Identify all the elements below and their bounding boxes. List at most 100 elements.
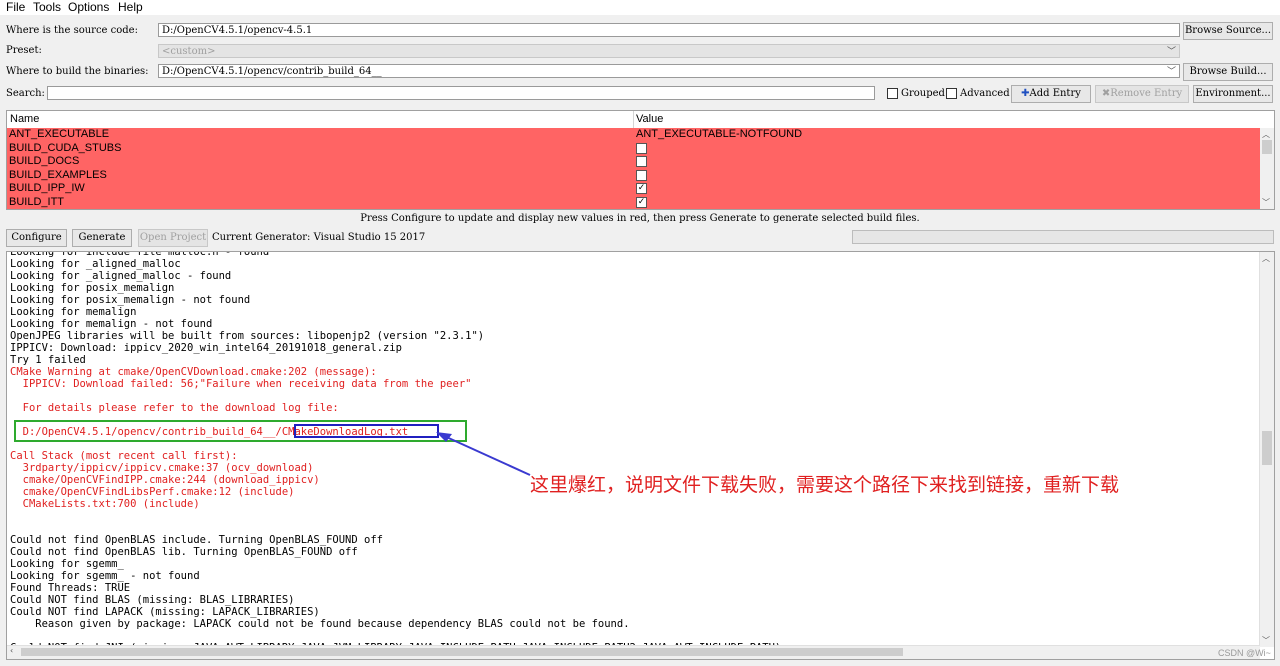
scroll-up-icon[interactable]: ︿ <box>1262 253 1270 264</box>
row-value[interactable]: ANT_EXECUTABLE-NOTFOUND <box>636 128 802 142</box>
table-row[interactable]: BUILD_CUDA_STUBS <box>7 141 1260 155</box>
remove-icon: ✖ <box>1101 88 1111 99</box>
grouped-label: Grouped <box>901 88 945 99</box>
watermark: CSDN @Wi~ <box>1218 648 1271 658</box>
header-divider <box>633 111 634 128</box>
table-scroll-thumb[interactable] <box>1262 140 1272 154</box>
log-scroll-thumb[interactable] <box>1262 431 1272 465</box>
row-name: BUILD_IPP_IW <box>9 182 85 194</box>
menu-options[interactable]: Options <box>68 0 109 15</box>
row-name: BUILD_DOCS <box>9 155 80 167</box>
log-line: Reason given by package: LAPACK could no… <box>10 618 630 630</box>
log-line: IPPICV: Download failed: 56;"Failure whe… <box>10 378 472 390</box>
menu-bar: File Tools Options Help <box>0 0 1280 15</box>
log-hscroll-thumb[interactable] <box>21 648 903 656</box>
generate-button[interactable]: Generate <box>72 229 132 247</box>
log-line: Looking for include file malloc.h - foun… <box>10 251 270 258</box>
source-field[interactable]: D:/OpenCV4.5.1/opencv-4.5.1 <box>158 23 1180 37</box>
source-label: Where is the source code: <box>6 25 138 36</box>
row-name: BUILD_CUDA_STUBS <box>9 141 122 154</box>
search-label: Search: <box>6 88 45 99</box>
header-name[interactable]: Name <box>10 111 39 128</box>
blue-highlight-box <box>294 424 439 438</box>
log-line: Looking for sgemm_ <box>10 558 124 570</box>
menu-file[interactable]: File <box>6 0 25 15</box>
remove-entry-label: Remove Entry <box>1110 88 1183 99</box>
table-row[interactable]: ANT_EXECUTABLE ANT_EXECUTABLE-NOTFOUND <box>7 128 1260 142</box>
log-line: cmake/OpenCVFindLibsPerf.cmake:12 (inclu… <box>10 486 295 498</box>
log-line: Try 1 failed <box>10 354 86 366</box>
log-line: CMake Warning at cmake/OpenCVDownload.cm… <box>10 366 377 378</box>
row-name: BUILD_EXAMPLES <box>9 168 107 181</box>
remove-entry-button[interactable]: ✖Remove Entry <box>1095 85 1189 103</box>
menu-tools[interactable]: Tools <box>33 0 61 15</box>
scroll-down-icon[interactable]: ﹀ <box>1262 635 1270 646</box>
current-generator: Current Generator: Visual Studio 15 2017 <box>212 232 426 243</box>
row-checkbox[interactable] <box>636 156 647 167</box>
add-entry-button[interactable]: ✚Add Entry <box>1011 85 1091 103</box>
scroll-left-icon[interactable]: ‹ <box>10 646 13 655</box>
log-line: cmake/OpenCVFindIPP.cmake:244 (download_… <box>10 474 320 486</box>
header-value[interactable]: Value <box>636 111 663 128</box>
log-line: Could NOT find BLAS (missing: BLAS_LIBRA… <box>10 594 295 606</box>
log-line: Looking for _aligned_malloc <box>10 258 181 270</box>
log-line: Looking for memalign <box>10 306 137 318</box>
preset-select[interactable]: <custom> ﹀ <box>158 44 1180 58</box>
browse-build-button[interactable]: Browse Build... <box>1183 63 1273 81</box>
row-checkbox[interactable]: ✓ <box>636 196 647 208</box>
table-row[interactable]: BUILD_ITT ✓ <box>7 195 1260 209</box>
open-project-button[interactable]: Open Project <box>138 229 208 247</box>
advanced-label: Advanced <box>960 88 1010 99</box>
scroll-up-icon[interactable]: ︿ <box>1262 129 1270 140</box>
grouped-checkbox[interactable] <box>887 88 898 99</box>
log-line: Could not find OpenBLAS include. Turning… <box>10 534 383 546</box>
preset-value: <custom> <box>162 46 216 57</box>
advanced-checkbox[interactable] <box>946 88 957 99</box>
table-row[interactable]: BUILD_EXAMPLES <box>7 168 1260 182</box>
annotation-text: 这里爆红，说明文件下载失败，需要这个路径下来找到链接，重新下载 <box>530 474 1120 496</box>
hint-text: Press Configure to update and display ne… <box>360 213 920 224</box>
configure-button[interactable]: Configure <box>6 229 67 247</box>
cache-table: Name Value ANT_EXECUTABLE ANT_EXECUTABLE-… <box>6 110 1275 210</box>
log-hscrollbar[interactable]: ‹ <box>7 645 1260 659</box>
log-line: 3rdparty/ippicv/ippicv.cmake:37 (ocv_dow… <box>10 462 314 474</box>
table-scrollbar[interactable]: ︿ ﹀ <box>1260 128 1274 209</box>
log-line: For details please refer to the download… <box>10 402 339 414</box>
build-select[interactable]: D:/OpenCV4.5.1/opencv/contrib_build_64__… <box>158 64 1180 78</box>
menu-help[interactable]: Help <box>118 0 143 15</box>
row-checkbox[interactable] <box>636 142 647 154</box>
environment-button[interactable]: Environment... <box>1193 85 1273 103</box>
log-line: OpenJPEG libraries will be built from so… <box>10 330 485 342</box>
log-line: Could NOT find LAPACK (missing: LAPACK_L… <box>10 606 320 618</box>
log-line: Could not find OpenBLAS lib. Turning Ope… <box>10 546 358 558</box>
chevron-down-icon: ﹀ <box>1166 47 1176 57</box>
chevron-down-icon: ﹀ <box>1166 67 1176 77</box>
preset-label: Preset: <box>6 45 42 56</box>
log-vscrollbar[interactable]: ︿ ﹀ <box>1259 252 1274 647</box>
browse-source-button[interactable]: Browse Source... <box>1183 22 1273 40</box>
arrow-icon <box>436 432 531 476</box>
output-log[interactable]: Looking for include file malloc.h - foun… <box>6 251 1275 660</box>
log-line: CMakeLists.txt:700 (include) <box>10 498 200 510</box>
log-line: Looking for memalign - not found <box>10 318 213 330</box>
row-name: BUILD_ITT <box>9 195 65 208</box>
table-row[interactable]: BUILD_DOCS <box>7 155 1260 169</box>
log-line: Looking for sgemm_ - not found <box>10 570 200 582</box>
table-header: Name Value <box>7 111 1274 129</box>
search-input[interactable] <box>47 86 875 100</box>
build-value: D:/OpenCV4.5.1/opencv/contrib_build_64__ <box>162 66 382 77</box>
build-label: Where to build the binaries: <box>6 66 149 77</box>
table-row[interactable]: BUILD_IPP_IW ✓ <box>7 182 1260 196</box>
row-checkbox[interactable] <box>636 169 647 181</box>
row-checkbox[interactable]: ✓ <box>636 183 647 194</box>
log-line: IPPICV: Download: ippicv_2020_win_intel6… <box>10 342 402 354</box>
scroll-down-icon[interactable]: ﹀ <box>1262 197 1270 208</box>
log-line: Found Threads: TRUE <box>10 582 131 594</box>
log-line: Looking for _aligned_malloc - found <box>10 270 232 282</box>
add-entry-label: Add Entry <box>1029 88 1081 99</box>
log-line: Looking for posix_memalign - not found <box>10 294 251 306</box>
progress-bar <box>852 230 1274 244</box>
row-name: ANT_EXECUTABLE <box>9 128 110 140</box>
log-line: Call Stack (most recent call first): <box>10 450 238 462</box>
log-line: Looking for posix_memalign <box>10 282 175 294</box>
